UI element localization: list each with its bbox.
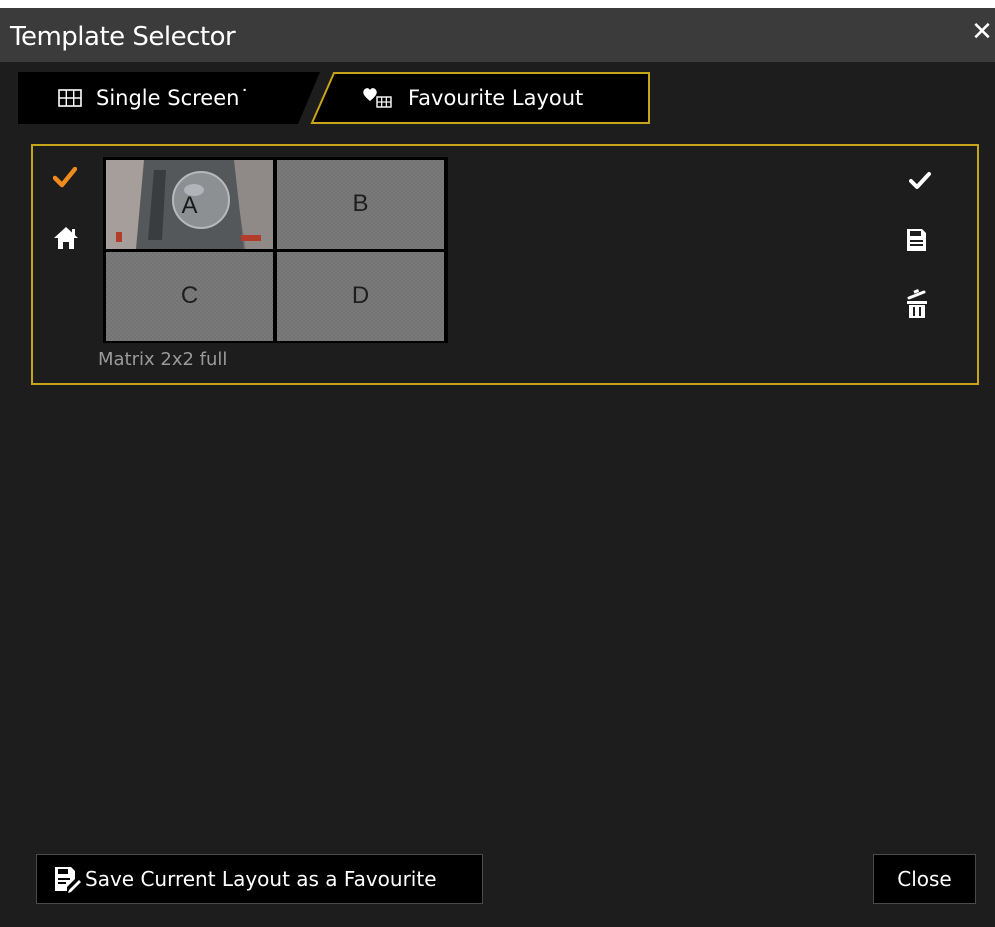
close-button[interactable]: Close: [873, 854, 976, 904]
matrix-cell-c: C: [106, 252, 273, 341]
matrix-cell-d: D: [277, 252, 444, 341]
save-disk-icon[interactable]: [905, 228, 927, 257]
default-check-icon[interactable]: [52, 166, 78, 194]
layout-name: Matrix 2x2 full: [98, 349, 228, 370]
window-title: Template Selector: [10, 22, 236, 52]
cell-label: A: [181, 192, 198, 219]
cell-label: C: [180, 282, 199, 309]
delete-trash-icon[interactable]: [905, 289, 929, 324]
tab-single-screen[interactable]: Single Screen˙: [18, 72, 320, 124]
tab-label: Single Screen˙: [96, 86, 250, 110]
matrix-cell-a: A: [106, 160, 273, 249]
tab-favourite-layout[interactable]: Favourite Layout: [310, 72, 650, 124]
cell-label: B: [352, 190, 369, 217]
favourite-layout-item[interactable]: A B C D Matrix 2x2 full: [31, 144, 979, 385]
apply-check-icon[interactable]: [909, 171, 931, 196]
template-selector-window: Template Selector ✕ Single Screen˙ Favou…: [0, 8, 995, 927]
home-icon[interactable]: [53, 226, 79, 255]
layout-preview-matrix: A B C D: [103, 157, 448, 343]
close-icon[interactable]: ✕: [971, 18, 993, 44]
title-bar: Template Selector ✕: [0, 8, 995, 62]
matrix-cell-b: B: [277, 160, 444, 249]
save-favourite-label: Save Current Layout as a Favourite: [85, 867, 437, 891]
save-edit-icon: [53, 865, 81, 893]
cell-label: D: [351, 282, 370, 309]
tab-label: Favourite Layout: [408, 86, 584, 110]
heart-grid-icon: [362, 87, 394, 109]
save-favourite-button[interactable]: Save Current Layout as a Favourite: [36, 854, 483, 904]
grid-icon: [58, 89, 82, 107]
